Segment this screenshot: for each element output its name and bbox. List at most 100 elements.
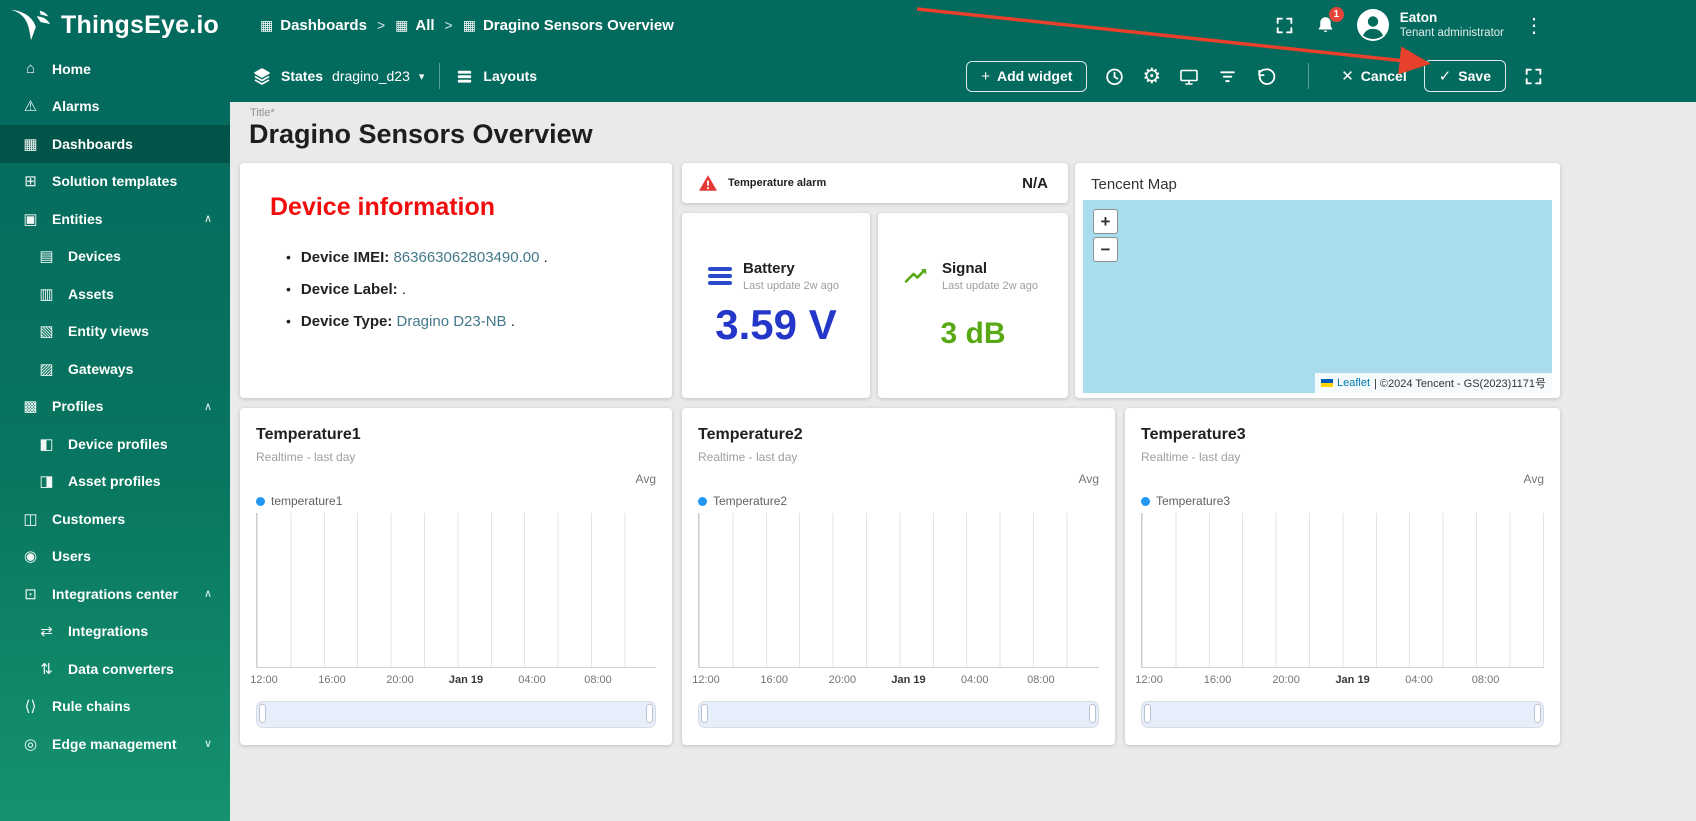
chart-x-axis: 12:00 16:00 20:00 Jan 19 04:00 08:00: [1135, 674, 1544, 688]
sidebar-item-edge-management[interactable]: ◎ Edge management ∨: [0, 725, 230, 763]
sidebar-item-solution-templates[interactable]: ⊞ Solution templates: [0, 163, 230, 201]
sidebar-item-alarms[interactable]: ⚠ Alarms: [0, 88, 230, 126]
solution-templates-icon: ⊞: [24, 173, 37, 191]
sidebar-item-customers[interactable]: ◫ Customers: [0, 500, 230, 538]
map-canvas[interactable]: + − Leaflet | ©2024 Tencent - GS(2023)11…: [1083, 200, 1552, 393]
range-handle-right[interactable]: [646, 704, 653, 723]
sidebar: ⌂ Home ⚠ Alarms ▦ Dashboards ⊞ Solution …: [0, 50, 230, 821]
device-info-heading: Device information: [270, 193, 496, 221]
range-handle-left[interactable]: [701, 704, 708, 723]
app-logo[interactable]: ThingsEye.io: [0, 8, 228, 42]
signal-header: Signal Last update 2w ago: [904, 259, 1038, 293]
sidebar-item-label: Assets: [68, 285, 114, 302]
cancel-label: Cancel: [1360, 68, 1407, 84]
states-selector[interactable]: States dragino_d23 ▾: [252, 66, 424, 86]
entities-icon: ▣: [23, 210, 38, 228]
range-handle-right[interactable]: [1534, 704, 1541, 723]
logo-text: ThingsEye.io: [61, 10, 219, 39]
sidebar-item-devices[interactable]: ▤ Devices: [0, 238, 230, 276]
suffix: .: [539, 249, 548, 266]
sidebar-item-dashboards[interactable]: ▦ Dashboards: [0, 125, 230, 163]
breadcrumb-all[interactable]: ▦ All: [395, 17, 434, 34]
customers-icon: ◫: [23, 510, 38, 528]
time-range-selector[interactable]: [698, 701, 1099, 728]
entity-aliases-button[interactable]: [1178, 66, 1200, 87]
sidebar-item-assets[interactable]: ▥ Assets: [0, 275, 230, 313]
sidebar-item-profiles[interactable]: ▩ Profiles ∧: [0, 388, 230, 426]
sidebar-item-data-converters[interactable]: ⇅ Data converters: [0, 650, 230, 688]
temperature3-chart-widget: Temperature3 Realtime - last day Avg Tem…: [1125, 408, 1560, 745]
device-imei-label: Device IMEI:: [300, 249, 390, 266]
toolbar-fullscreen-button[interactable]: [1523, 66, 1544, 87]
breadcrumb-dashboards[interactable]: ▦ Dashboards: [260, 17, 367, 34]
time-window-button[interactable]: [1104, 66, 1125, 87]
dashboards-icon: ▦: [260, 16, 274, 33]
device-type-label: Device Type:: [300, 313, 393, 330]
sidebar-item-entities[interactable]: ▣ Entities ∧: [0, 200, 230, 238]
chart-legend[interactable]: Temperature2: [698, 494, 787, 508]
notifications-button[interactable]: 1: [1315, 6, 1344, 36]
layouts-button[interactable]: Layouts: [455, 67, 537, 86]
x-tick: 16:00: [318, 674, 346, 686]
leaflet-link[interactable]: Leaflet: [1337, 377, 1370, 389]
sidebar-item-integrations[interactable]: ⇄ Integrations: [0, 613, 230, 651]
chart-legend[interactable]: temperature1: [256, 494, 342, 508]
states-value: dragino_d23: [332, 68, 410, 84]
save-button[interactable]: ✓ Save: [1423, 60, 1506, 92]
sidebar-item-device-profiles[interactable]: ◧ Device profiles: [0, 425, 230, 463]
x-tick: 20:00: [828, 674, 857, 686]
version-control-button[interactable]: [1255, 66, 1276, 87]
zoom-in-button[interactable]: +: [1093, 209, 1118, 234]
time-range-selector[interactable]: [256, 701, 656, 728]
sidebar-item-entity-views[interactable]: ▧ Entity views: [0, 313, 230, 351]
time-range-selector[interactable]: [1141, 701, 1544, 728]
x-tick: 16:00: [760, 674, 788, 686]
sidebar-item-label: Rule chains: [52, 698, 131, 715]
dashboard-settings-button[interactable]: ⚙: [1142, 66, 1161, 87]
device-imei-value[interactable]: 863663062803490.00: [393, 249, 539, 266]
breadcrumb-label: All: [415, 16, 435, 34]
breadcrumb-current-dashboard[interactable]: ▦ Dragino Sensors Overview: [463, 17, 674, 34]
sidebar-item-label: Integrations center: [52, 585, 179, 602]
filters-button[interactable]: [1217, 66, 1238, 87]
dashboard-title-input[interactable]: Dragino Sensors Overview: [249, 119, 593, 150]
user-menu[interactable]: Eaton Tenant administrator: [1356, 8, 1504, 42]
range-handle-left[interactable]: [1144, 704, 1151, 723]
chart-agg-label[interactable]: Avg: [636, 472, 656, 486]
range-handle-right[interactable]: [1089, 704, 1096, 723]
breadcrumb-label: Dragino Sensors Overview: [482, 16, 674, 34]
chart-legend[interactable]: Temperature3: [1141, 494, 1230, 508]
clock-icon: [1106, 68, 1124, 85]
more-menu-button[interactable]: ⋮: [1524, 13, 1544, 38]
sidebar-item-gateways[interactable]: ▨ Gateways: [0, 350, 230, 388]
ukraine-flag-icon: [1320, 379, 1333, 387]
cancel-button[interactable]: ✕ Cancel: [1341, 67, 1407, 85]
fullscreen-button[interactable]: [1274, 15, 1295, 36]
map-title: Tencent Map: [1091, 176, 1177, 193]
sidebar-item-integrations-center[interactable]: ⊡ Integrations center ∧: [0, 575, 230, 613]
dashboard-toolbar: States dragino_d23 ▾ Layouts + Add widge…: [230, 50, 1696, 102]
chart-agg-label[interactable]: Avg: [1524, 472, 1544, 486]
sidebar-item-users[interactable]: ◉ Users: [0, 538, 230, 576]
sidebar-item-label: Device profiles: [68, 435, 168, 452]
add-widget-button[interactable]: + Add widget: [966, 60, 1088, 92]
range-handle-left[interactable]: [259, 704, 266, 723]
battery-value: 3.59 V: [715, 301, 837, 348]
sidebar-item-label: Dashboards: [52, 135, 133, 152]
battery-header: Battery Last update 2w ago: [708, 259, 839, 293]
legend-label: Temperature3: [1156, 494, 1231, 508]
sidebar-item-label: Alarms: [52, 98, 100, 115]
sidebar-item-rule-chains[interactable]: ⟨⟩ Rule chains: [0, 688, 230, 726]
dashboard-canvas: Title* Dragino Sensors Overview Device i…: [230, 102, 1696, 821]
home-icon: ⌂: [25, 60, 36, 78]
x-tick: 20:00: [1272, 674, 1300, 686]
chart-agg-label[interactable]: Avg: [1079, 472, 1099, 486]
zoom-out-button[interactable]: −: [1093, 237, 1118, 262]
fullscreen-icon: [1525, 68, 1542, 84]
x-tick: 08:00: [1471, 674, 1500, 686]
sidebar-item-home[interactable]: ⌂ Home: [0, 50, 230, 88]
sidebar-item-asset-profiles[interactable]: ◨ Asset profiles: [0, 463, 230, 501]
device-type-value[interactable]: Dragino D23-NB: [397, 313, 507, 330]
sidebar-item-label: Entity views: [68, 323, 149, 340]
x-tick: 04:00: [960, 674, 989, 686]
